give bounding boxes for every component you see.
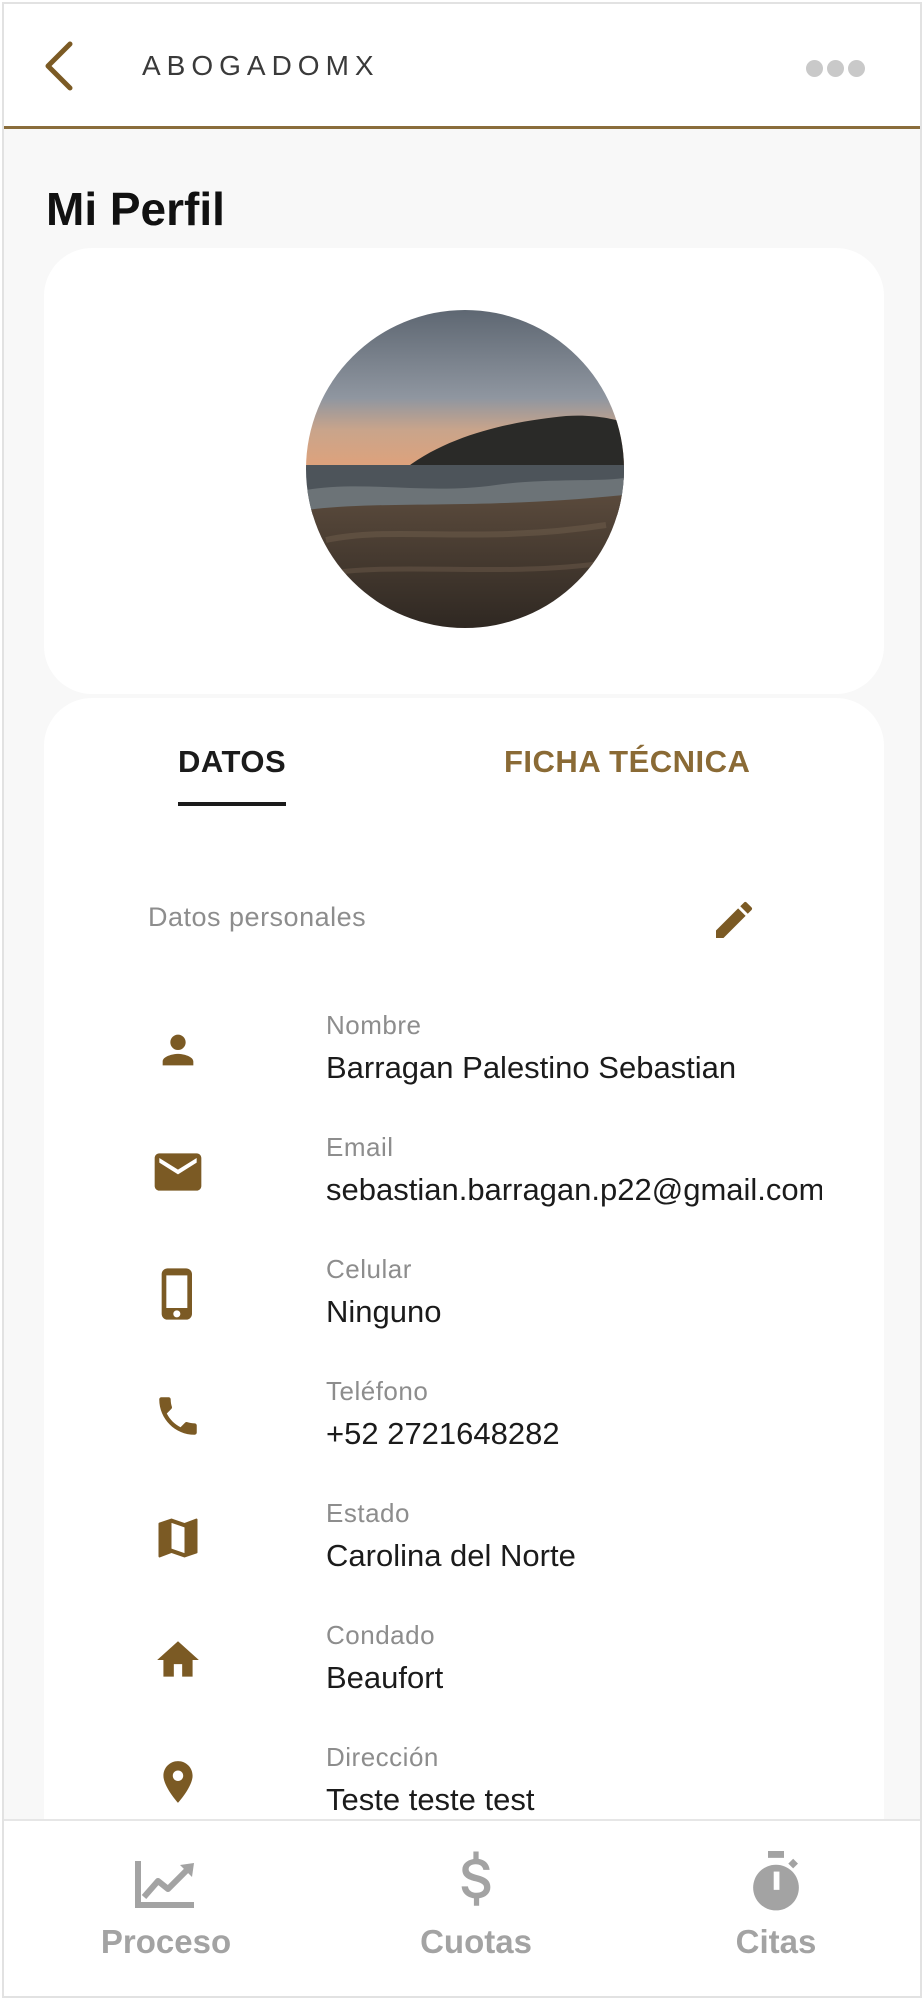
field-label: Email [326,1132,394,1162]
nav-proceso[interactable]: Proceso [66,1851,266,1971]
pencil-icon [716,901,753,938]
field-value: +52 2721648282 [326,1416,560,1451]
trending-up-icon [66,1851,266,1915]
tab-datos[interactable]: DATOS [178,744,286,780]
field-nombre: Nombre Barragan Palestino Sebastian [148,1010,828,1106]
phone-icon [148,1386,208,1446]
avatar-card [44,248,884,694]
nav-label: Citas [735,1923,817,1960]
map-icon [148,1508,208,1568]
field-value: Carolina del Norte [326,1538,576,1573]
smartphone-icon [148,1264,208,1324]
field-label: Teléfono [326,1376,429,1406]
location-pin-icon [148,1752,208,1812]
nav-label: Cuotas [420,1923,532,1960]
person-icon [148,1020,208,1080]
more-dot-icon [826,59,844,77]
field-value: Barragan Palestino Sebastian [326,1050,737,1085]
active-tab-indicator [178,802,286,806]
home-icon [148,1630,208,1690]
more-dot-icon [805,59,823,77]
field-label: Estado [326,1498,410,1528]
personal-info-card: DATOS FICHA TÉCNICA Datos personales Nom… [44,698,884,1996]
field-label: Dirección [326,1742,439,1772]
more-options-button[interactable] [800,48,870,88]
nav-label: Proceso [100,1923,232,1960]
more-dot-icon [847,59,865,77]
app-header: ABOGADOMX [4,4,920,129]
back-button[interactable] [32,34,88,98]
brand-title: ABOGADOMX [142,50,380,81]
field-label: Nombre [326,1010,422,1040]
nav-citas[interactable]: Citas [676,1851,876,1971]
field-estado: Estado Carolina del Norte [148,1498,828,1594]
field-label: Celular [326,1254,412,1284]
field-value: Teste teste test [326,1782,535,1817]
field-telefono: Teléfono +52 2721648282 [148,1376,828,1472]
avatar-image [306,310,624,628]
field-value: Beaufort [326,1660,444,1695]
section-label: Datos personales [148,902,367,932]
dollar-icon [376,1851,576,1915]
field-value: Ninguno [326,1294,442,1329]
page-title: Mi Perfil [46,183,225,235]
bottom-navigation: Proceso Cuotas Citas [4,1819,920,1996]
field-condado: Condado Beaufort [148,1620,828,1716]
stopwatch-icon [676,1851,876,1915]
edit-button[interactable] [706,892,762,948]
field-label: Condado [326,1620,436,1650]
chevron-left-icon [45,41,73,91]
field-value: sebastian.barragan.p22@gmail.com [326,1172,822,1207]
nav-cuotas[interactable]: Cuotas [376,1851,576,1971]
avatar[interactable] [306,310,624,628]
tab-ficha-tecnica[interactable]: FICHA TÉCNICA [504,744,750,780]
app-frame: ABOGADOMX Mi Perfil DATOS FICHA TÉCNICA … [2,2,922,1998]
mail-icon [148,1142,208,1202]
field-celular: Celular Ninguno [148,1254,828,1350]
field-email: Email sebastian.barragan.p22@gmail.com [148,1132,828,1228]
